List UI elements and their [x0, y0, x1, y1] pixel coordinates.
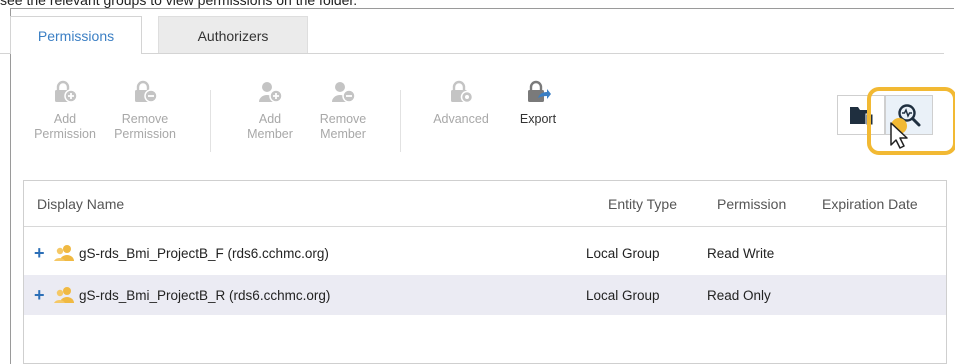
- instruction-caption: see the relevant groups to view permissi…: [0, 0, 358, 8]
- tab-permissions[interactable]: Permissions: [10, 16, 142, 54]
- row-permission: Read Only: [707, 287, 771, 303]
- column-header-expiration-date[interactable]: Expiration Date: [822, 181, 918, 227]
- remove-permission-label-line2: Permission: [114, 127, 176, 141]
- view-toggle-group: [837, 87, 955, 155]
- add-permission-label-line1: Add: [53, 112, 77, 126]
- advanced-button[interactable]: Advanced: [426, 80, 496, 127]
- toolbar-separator: [400, 90, 401, 152]
- cursor-click-icon: [890, 118, 908, 149]
- add-permission-label-line2: Permission: [34, 127, 96, 141]
- export-icon: [528, 80, 551, 102]
- remove-member-label-line1: Remove: [319, 112, 367, 126]
- add-member-label-line2: Member: [247, 127, 293, 141]
- table-row[interactable]: + gS-rds_Bmi_ProjectB_F (rds6.cchmc.org)…: [24, 233, 946, 273]
- tab-authorizers-label: Authorizers: [197, 27, 269, 44]
- row-entity-type: Local Group: [586, 245, 660, 261]
- tab-permissions-label: Permissions: [37, 27, 115, 44]
- expand-row-button[interactable]: +: [34, 233, 45, 273]
- add-member-button[interactable]: Add Member: [240, 80, 300, 142]
- table-header: Display Name Entity Type Permission Expi…: [24, 181, 946, 227]
- remove-member-button[interactable]: Remove Member: [310, 80, 376, 142]
- column-header-entity-type[interactable]: Entity Type: [608, 181, 677, 227]
- remove-permission-button[interactable]: Remove Permission: [108, 80, 182, 142]
- table-row[interactable]: + gS-rds_Bmi_ProjectB_R (rds6.cchmc.org)…: [24, 275, 946, 315]
- remove-member-label-line2: Member: [320, 127, 366, 141]
- add-member-label-line1: Add: [258, 112, 282, 126]
- row-display-name: gS-rds_Bmi_ProjectB_F (rds6.cchmc.org): [79, 245, 329, 261]
- export-label: Export: [519, 112, 557, 126]
- row-entity-type: Local Group: [586, 287, 660, 303]
- lock-add-icon: [55, 80, 78, 103]
- group-icon: [54, 287, 74, 303]
- person-add-icon: [259, 82, 283, 103]
- expand-row-button[interactable]: +: [34, 275, 45, 315]
- tab-bar: Permissions Authorizers: [0, 8, 944, 54]
- column-header-display-name[interactable]: Display Name: [37, 181, 124, 227]
- lock-remove-icon: [135, 80, 158, 103]
- remove-permission-label-line1: Remove: [121, 112, 169, 126]
- toolbar-separator: [210, 90, 211, 152]
- advanced-label: Advanced: [433, 112, 489, 126]
- tab-authorizers[interactable]: Authorizers: [158, 16, 308, 54]
- lock-gear-icon: [451, 80, 474, 104]
- group-icon: [54, 245, 74, 261]
- permissions-table: Display Name Entity Type Permission Expi…: [23, 180, 947, 364]
- person-remove-icon: [332, 82, 356, 103]
- add-permission-button[interactable]: Add Permission: [30, 80, 100, 142]
- column-header-permission[interactable]: Permission: [717, 181, 786, 227]
- row-permission: Read Write: [707, 245, 775, 261]
- export-button[interactable]: Export: [508, 80, 568, 127]
- row-display-name: gS-rds_Bmi_ProjectB_R (rds6.cchmc.org): [79, 287, 331, 303]
